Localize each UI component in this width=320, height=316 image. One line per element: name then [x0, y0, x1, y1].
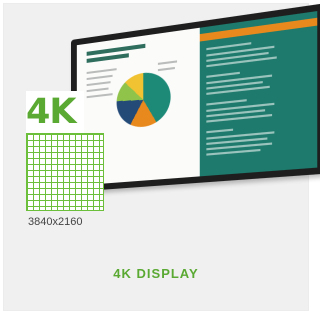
slide-text-line [86, 87, 109, 93]
slide-header-band [200, 17, 318, 42]
slide-text-line [206, 128, 234, 134]
display-product-image [71, 3, 320, 193]
4k-badge-label: 4K [26, 91, 84, 133]
slide-text-line [206, 148, 261, 156]
slide-text-line [86, 93, 113, 99]
slide-text-line [86, 68, 117, 75]
display-screen [76, 11, 318, 186]
slide-text-line [206, 99, 248, 106]
slide-pie-chart-graphic [116, 69, 171, 130]
slide-text-line [206, 71, 241, 78]
slide-right-pane [200, 11, 318, 177]
slide-text-line [86, 81, 111, 87]
resolution-label: 3840x2160 [28, 216, 83, 228]
slide-text-line [157, 60, 178, 65]
card-title[interactable]: 4K DISPLAY [4, 266, 308, 281]
slide-text-line [86, 74, 113, 81]
feature-card[interactable]: 4K 3840x2160 4K DISPLAY [3, 3, 320, 311]
resolution-grid-icon [26, 133, 104, 211]
slide-text-line [157, 66, 175, 72]
